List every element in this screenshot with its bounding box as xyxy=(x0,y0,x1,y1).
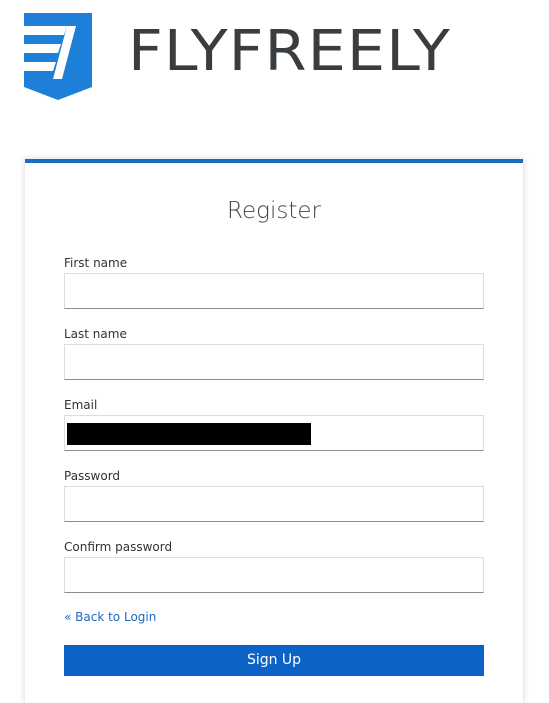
register-card: Register First name Last name Email Pass… xyxy=(25,159,523,703)
first-name-label: First name xyxy=(64,256,128,270)
email-redaction-bar xyxy=(67,423,311,445)
confirm-password-label: Confirm password xyxy=(64,540,173,554)
page-title: Register xyxy=(227,198,321,224)
confirm-password-input[interactable] xyxy=(64,557,484,593)
flyfreely-logo xyxy=(24,13,92,100)
first-name-input[interactable] xyxy=(64,273,484,309)
password-input[interactable] xyxy=(64,486,484,522)
back-to-login-link[interactable]: « Back to Login xyxy=(64,609,156,625)
email-label: Email xyxy=(64,398,98,412)
brand-wordmark: FLYFREELY xyxy=(128,19,451,84)
password-label: Password xyxy=(64,469,121,483)
sign-up-button[interactable]: Sign Up xyxy=(64,645,484,676)
flyfreely-shield-logo-icon xyxy=(24,13,92,100)
last-name-label: Last name xyxy=(64,327,127,341)
last-name-input[interactable] xyxy=(64,344,484,380)
